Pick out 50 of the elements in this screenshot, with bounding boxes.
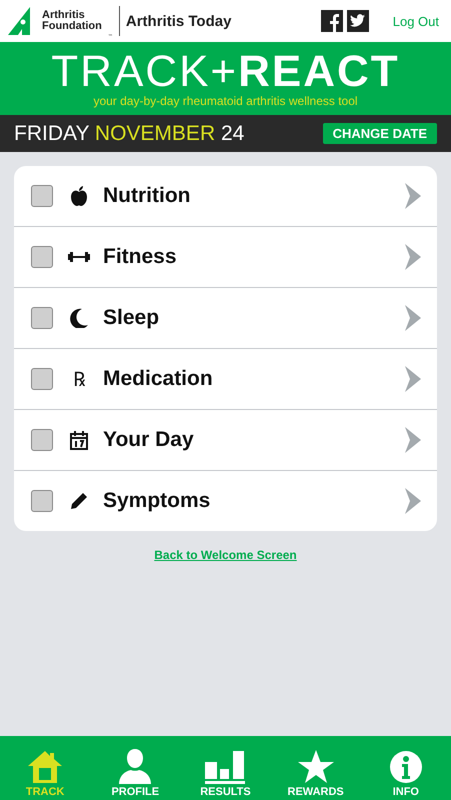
tracker-row[interactable]: Fitness (14, 226, 437, 287)
tracker-row[interactable]: Your Day (14, 409, 437, 470)
nav-tab[interactable]: INFO (366, 750, 446, 798)
tagline: your day-by-day rheumatoid arthritis wellness tool (93, 94, 358, 108)
home-icon (27, 750, 64, 784)
app-title: TRACK+REACT (51, 50, 400, 94)
chevron-icon (405, 183, 421, 209)
checkbox[interactable] (31, 307, 53, 329)
back-link[interactable]: Back to Welcome Screen (154, 548, 297, 562)
checkbox[interactable] (31, 368, 53, 390)
moon-icon (70, 308, 88, 328)
partner-name: Arthritis Today (118, 6, 232, 36)
tracker-label: Nutrition (103, 184, 192, 208)
chevron-icon (405, 305, 421, 331)
dumbbell-icon (68, 250, 90, 264)
bar-chart-icon (204, 750, 246, 784)
prescription-icon: ℞ (73, 369, 85, 389)
tracker-label: Your Day (103, 428, 195, 452)
nav-tab[interactable]: RESULTS (185, 750, 266, 798)
change-date-button[interactable]: CHANGE DATE (322, 123, 437, 144)
tracker-label: Fitness (103, 245, 178, 269)
nav-tab[interactable]: TRACK (5, 750, 86, 798)
chevron-icon (405, 427, 421, 453)
apple-icon (70, 186, 88, 206)
tracker-row[interactable]: Sleep (14, 287, 437, 348)
twitter-icon[interactable] (346, 10, 369, 32)
nav-tab[interactable]: REWARDS (276, 750, 356, 798)
chevron-icon (405, 366, 421, 392)
pencil-icon (70, 492, 88, 510)
checkbox[interactable] (31, 185, 53, 207)
checkbox[interactable] (31, 490, 53, 512)
tracker-row[interactable]: Nutrition (14, 166, 437, 226)
star-icon (298, 750, 334, 784)
chevron-icon (405, 488, 421, 514)
nav-tab[interactable]: PROFILE (95, 748, 176, 798)
calendar-icon (69, 430, 89, 450)
checkbox[interactable] (31, 429, 53, 451)
logo-text: Arthritis Foundation (42, 10, 102, 32)
person-icon (117, 748, 154, 784)
tracker-row[interactable]: Symptoms (14, 470, 437, 531)
tracker-label: Sleep (103, 306, 160, 330)
chevron-icon (405, 244, 421, 270)
checkbox[interactable] (31, 246, 53, 268)
facebook-icon[interactable] (320, 10, 343, 32)
logout-link[interactable]: Log Out (392, 14, 439, 28)
info-icon (388, 750, 423, 784)
tracker-label: Symptoms (103, 489, 212, 513)
tracker-row[interactable]: ℞ Medication (14, 348, 437, 409)
date-text: FRIDAY NOVEMBER 24 (14, 122, 244, 146)
tracker-label: Medication (103, 367, 214, 391)
